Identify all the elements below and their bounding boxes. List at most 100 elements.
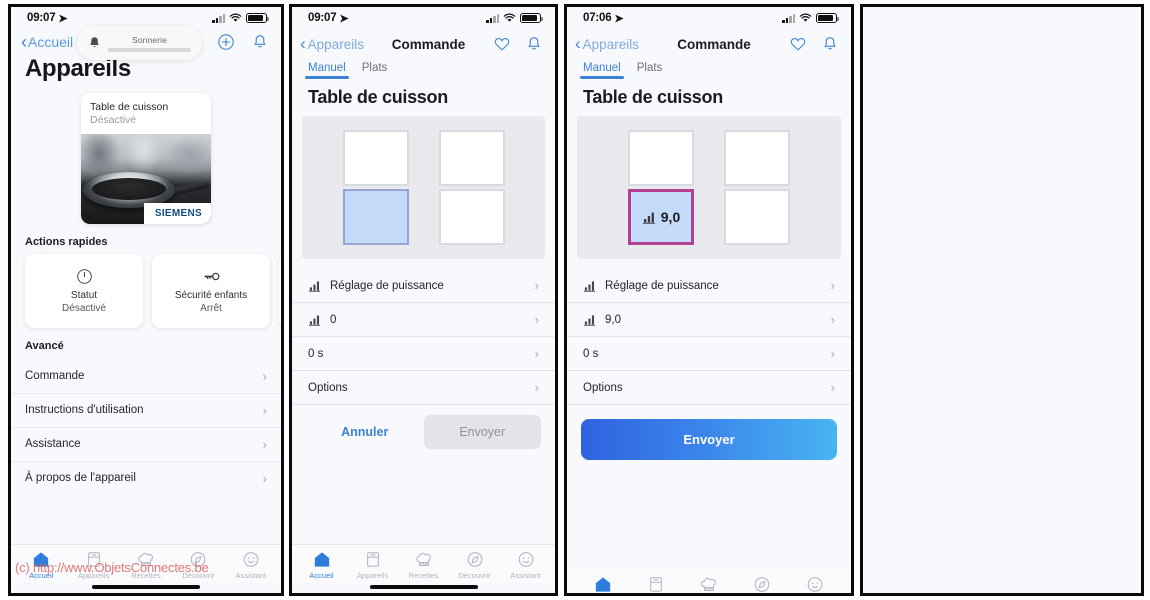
- status-time: 07:06: [583, 12, 612, 24]
- tab-accueil[interactable]: Accueil: [296, 551, 347, 580]
- row-options[interactable]: Options ›: [292, 371, 555, 405]
- back-button-appareils[interactable]: ‹ Appareils: [300, 34, 364, 53]
- hob-zone-bottom-left-active[interactable]: 9,0: [628, 189, 694, 245]
- action-button-row: Annuler Envoyer: [292, 405, 555, 459]
- tab-plats[interactable]: Plats: [362, 62, 388, 79]
- chevron-right-icon: ›: [262, 402, 267, 418]
- tab-manuel[interactable]: Manuel: [580, 62, 624, 79]
- advanced-row-instructions[interactable]: Instructions d'utilisation ›: [11, 394, 281, 428]
- chevron-right-icon: ›: [830, 278, 835, 293]
- bar-chart-icon: [642, 211, 656, 224]
- nav-title: Commande: [391, 36, 466, 52]
- advanced-row-apropos[interactable]: À propos de l'appareil ›: [11, 462, 281, 495]
- empty-screen: [863, 7, 1141, 593]
- home-indicator: [92, 585, 200, 589]
- quick-action-value: Arrêt: [200, 302, 222, 314]
- device-state: Désactivé: [90, 114, 137, 127]
- segment-tabs: Manuel Plats: [292, 59, 555, 79]
- tab-label: Recettes: [408, 571, 439, 580]
- advanced-row-assistance[interactable]: Assistance ›: [11, 428, 281, 462]
- quick-action-securite-enfants[interactable]: Sécurité enfants Arrêt: [152, 253, 270, 328]
- tab-recettes[interactable]: Recettes: [398, 551, 449, 580]
- advanced-row-label: Commande: [25, 370, 85, 383]
- status-bar-left: 09:07 ➤: [27, 12, 68, 25]
- chevron-right-icon: ›: [262, 470, 267, 486]
- tab-decouvrir[interactable]: Découvrir: [172, 551, 224, 580]
- location-arrow-icon: ➤: [614, 12, 624, 25]
- row-duration[interactable]: 0 s ›: [567, 337, 851, 371]
- hob-column-left: [342, 130, 409, 245]
- heart-icon[interactable]: [493, 35, 511, 53]
- navigation-bar: ‹ Appareils Commande: [292, 29, 555, 59]
- tab-assistant[interactable]: Assistant: [500, 551, 551, 580]
- chevron-right-icon: ›: [534, 380, 539, 395]
- tab-accueil[interactable]: Accueil: [15, 551, 67, 580]
- tab-assistant[interactable]: Assistant: [225, 551, 277, 580]
- ringer-track: [108, 47, 191, 52]
- phone-screenshot-3: 07:06 ➤ ‹ Appareils Commande Manuel Plat…: [564, 4, 854, 596]
- assistant-face-icon: [517, 551, 535, 568]
- ringer-volume-hud: Sonnerie: [77, 26, 202, 60]
- hob-column-right: [724, 130, 790, 245]
- wifi-icon: [229, 13, 242, 23]
- bell-icon[interactable]: [251, 33, 269, 51]
- status-bar-right: [486, 12, 543, 24]
- plus-circle-icon[interactable]: [217, 33, 235, 51]
- device-card-cooktop[interactable]: Table de cuisson Désactivé SIEMENS: [81, 93, 211, 224]
- tab-recettes[interactable]: Recettes: [120, 551, 172, 580]
- row-reglage-de-puissance[interactable]: Réglage de puissance ›: [292, 269, 555, 303]
- hob-column-left: 9,0: [628, 130, 694, 245]
- tab-decouvrir[interactable]: Découvrir: [449, 551, 500, 580]
- bell-icon[interactable]: [821, 35, 839, 53]
- appliance-icon[interactable]: [647, 576, 665, 593]
- back-button-appareils[interactable]: ‹ Appareils: [575, 35, 639, 52]
- status-bar-right: [212, 12, 269, 24]
- row-reglage-de-puissance[interactable]: Réglage de puissance ›: [567, 269, 851, 303]
- screenshot-stage: 09:07 ➤ ‹ Accueil Sonnerie Appareils Tab…: [0, 0, 1150, 600]
- tab-label: Appareils: [356, 571, 389, 580]
- command-settings-list: Réglage de puissance › 9,0 › 0 s › Optio…: [567, 269, 851, 405]
- cancel-button[interactable]: Annuler: [306, 417, 424, 447]
- tab-appareils[interactable]: Appareils: [67, 551, 119, 580]
- compass-icon[interactable]: [753, 576, 771, 593]
- bell-icon[interactable]: [525, 35, 543, 53]
- row-options[interactable]: Options ›: [567, 371, 851, 405]
- chevron-left-icon: ‹: [300, 34, 306, 53]
- heart-icon[interactable]: [789, 35, 807, 53]
- quick-action-partial[interactable]: [279, 253, 281, 328]
- segment-tabs: Manuel Plats: [567, 59, 851, 79]
- row-label: 0 s: [308, 347, 324, 360]
- advanced-row-commande[interactable]: Commande ›: [11, 360, 281, 394]
- row-power-value[interactable]: 0 ›: [292, 303, 555, 337]
- hob-zone-bottom-right[interactable]: [724, 189, 790, 245]
- cellular-signal-icon: [212, 13, 225, 23]
- back-button-accueil[interactable]: ‹ Accueil: [21, 33, 73, 51]
- bottom-tab-bar: Accueil Appareils Recettes Découvrir Ass…: [11, 544, 281, 582]
- send-button[interactable]: Envoyer: [581, 419, 837, 460]
- hob-zone-top-right[interactable]: [438, 130, 505, 186]
- hob-zone-top-right[interactable]: [724, 130, 790, 186]
- hob-zone-bottom-right[interactable]: [438, 189, 505, 245]
- chef-hat-icon: [137, 551, 155, 568]
- chef-hat-icon[interactable]: [700, 576, 718, 593]
- hob-zone-top-left[interactable]: [628, 130, 694, 186]
- status-bar: 09:07 ➤: [292, 7, 555, 29]
- location-arrow-icon: ➤: [58, 12, 68, 25]
- assistant-face-icon: [242, 551, 260, 568]
- tab-manuel[interactable]: Manuel: [305, 62, 349, 79]
- row-label: Options: [583, 381, 623, 394]
- status-bar-left: 07:06 ➤: [583, 12, 624, 25]
- device-name: Table de cuisson: [90, 101, 169, 113]
- send-button-disabled[interactable]: Envoyer: [423, 415, 541, 449]
- tab-plats[interactable]: Plats: [637, 62, 663, 79]
- row-duration[interactable]: 0 s ›: [292, 337, 555, 371]
- hob-zone-top-left[interactable]: [342, 130, 409, 186]
- tab-appareils[interactable]: Appareils: [347, 551, 398, 580]
- home-icon[interactable]: [594, 576, 612, 593]
- assistant-face-icon[interactable]: [806, 576, 824, 593]
- quick-action-statut[interactable]: Statut Désactivé: [25, 253, 143, 328]
- cellular-signal-icon: [486, 13, 499, 23]
- status-bar-left: 09:07 ➤: [308, 12, 349, 25]
- row-power-value[interactable]: 9,0 ›: [567, 303, 851, 337]
- hob-zone-bottom-left[interactable]: [342, 189, 409, 245]
